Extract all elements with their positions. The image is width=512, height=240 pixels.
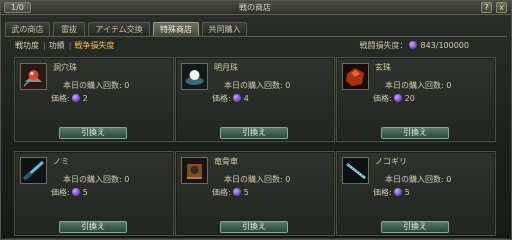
title-bar: 1/0 戦の商店 ? x [1,1,511,15]
item-name: ノミ [53,157,69,166]
item-name: 玄珠 [375,63,391,72]
filter-separator: | [68,41,72,50]
redeem-button[interactable]: 引換え [220,127,288,139]
item-name: 明月珠 [214,63,238,72]
redeem-button[interactable]: 引換え [59,221,127,233]
item-price: 価格: 4 [212,93,249,104]
price-label: 価格: [373,94,392,103]
filter-merit[interactable]: 戦功度 [15,41,39,50]
purchase-count: 本日の購入回数: 0 [63,81,130,90]
price-value: 5 [243,188,249,197]
price-label: 価格: [212,94,231,103]
item-name: ノコギリ [375,157,407,166]
item-panel: 玄珠 本日の購入回数: 0 価格: 20 引換え [336,57,496,142]
item-price: 価格: 5 [212,187,249,198]
price-label: 価格: [51,188,70,197]
title-left-chip: 1/0 [4,2,31,13]
red-pearl-icon[interactable] [20,63,47,90]
chisel-icon[interactable] [20,157,47,184]
bottom-divider [5,238,507,239]
price-label: 価格: [51,94,70,103]
filter-separator: | [43,41,46,50]
war-loss-counter: 戦闘損失度： 843/100000 [359,39,469,53]
item-price: 価格: 2 [51,93,88,104]
item-panel: 明月珠 本日の購入回数: 0 価格: 4 引換え [175,57,335,142]
filter-bar: 戦功度 | 功績 | 戦争損失度 [15,39,115,53]
white-pearl-icon[interactable] [181,63,208,90]
war-loss-value: 843/100000 [420,41,469,50]
coin-icon [409,41,418,49]
waterwheel-icon[interactable] [181,157,208,184]
price-value: 20 [404,94,415,103]
item-panel: ノミ 本日の購入回数: 0 価格: 5 引換え [14,151,174,236]
item-panel: 洞穴珠 本日の購入回数: 0 価格: 2 引換え [14,57,174,142]
price-value: 5 [82,188,88,197]
purchase-count: 本日の購入回数: 0 [63,175,130,184]
tab-item-exchange[interactable]: アイテム交換 [88,22,150,36]
filter-war-loss[interactable]: 戦争損失度 [74,41,114,50]
tab-shop[interactable]: 武の商店 [5,22,50,36]
redeem-button[interactable]: 引換え [59,127,127,139]
item-name: 竜骨車 [214,157,238,166]
purchase-count: 本日の購入回数: 0 [224,175,291,184]
shop-window: 1/0 戦の商店 ? x 武の商店 雷抜 アイテム交換 特殊商店 共同購入 戦功… [0,0,512,240]
tab-divider [5,36,507,37]
price-value: 2 [82,94,88,103]
price-value: 5 [404,188,410,197]
purchase-count: 本日の購入回数: 0 [385,175,452,184]
help-button[interactable]: ? [481,2,492,13]
redeem-button[interactable]: 引換え [381,127,449,139]
price-value: 4 [243,94,249,103]
item-name: 洞穴珠 [53,63,77,72]
tab-group-buy[interactable]: 共同購入 [202,22,247,36]
redeem-button[interactable]: 引換え [220,221,288,233]
saw-icon[interactable] [342,157,369,184]
item-price: 価格: 5 [51,187,88,198]
filter-achievement[interactable]: 功績 [49,41,65,50]
coin-icon [71,94,80,102]
close-button[interactable]: x [496,2,507,13]
war-loss-label: 戦闘損失度： [359,41,408,50]
item-price: 価格: 20 [373,93,415,104]
window-title: 戦の商店 [239,3,271,12]
item-price: 価格: 5 [373,187,410,198]
item-panel: 竜骨車 本日の購入回数: 0 価格: 5 引換え [175,151,335,236]
coin-icon [232,94,241,102]
coin-icon [71,188,80,196]
purchase-count: 本日の購入回数: 0 [224,81,291,90]
tab-raid[interactable]: 雷抜 [53,22,85,36]
item-panel: ノコギリ 本日の購入回数: 0 価格: 5 引換え [336,151,496,236]
tab-special-shop[interactable]: 特殊商店 [153,22,199,36]
coin-icon [393,188,402,196]
red-stone-icon[interactable] [342,63,369,90]
coin-icon [232,188,241,196]
purchase-count: 本日の購入回数: 0 [385,81,452,90]
price-label: 価格: [373,188,392,197]
redeem-button[interactable]: 引換え [381,221,449,233]
price-label: 価格: [212,188,231,197]
coin-icon [393,94,402,102]
